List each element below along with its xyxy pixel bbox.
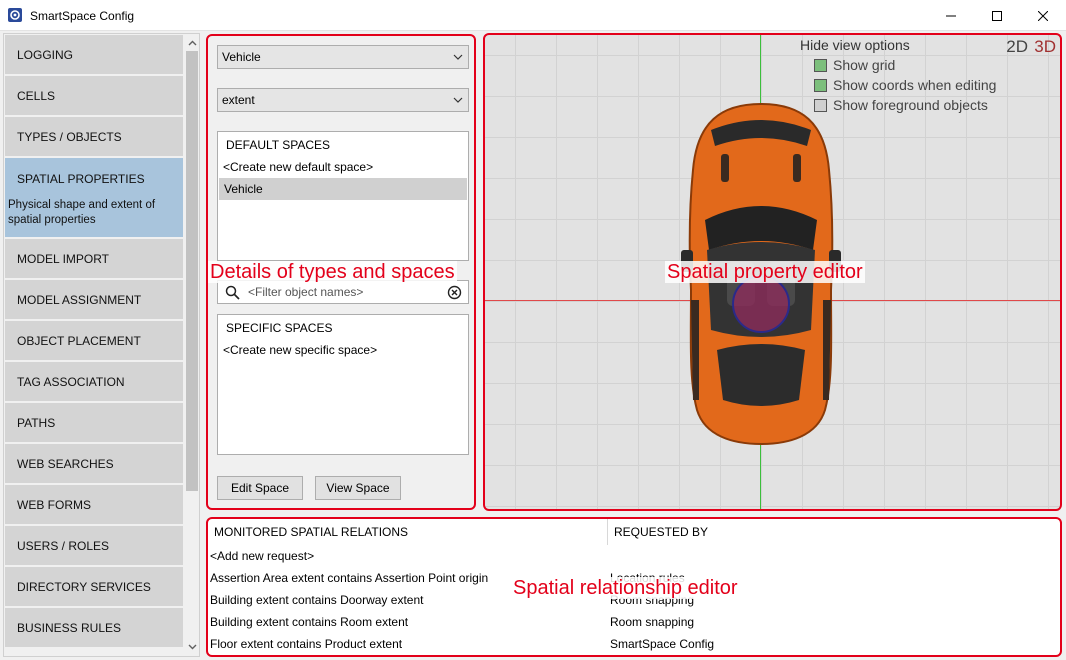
relation-cell: Assertion Area extent contains Assertion… bbox=[210, 571, 489, 585]
nav-item-cells[interactable]: CELLS bbox=[5, 76, 183, 116]
nav-item-spatial-properties[interactable]: SPATIAL PROPERTIES Physical shape and ex… bbox=[5, 158, 183, 238]
relations-overlay-label: Spatial relationship editor bbox=[511, 577, 740, 599]
chevron-down-icon bbox=[453, 97, 463, 103]
nav-item-label: CELLS bbox=[17, 89, 56, 103]
specific-spaces-list[interactable]: SPECIFIC SPACES <Create new specific spa… bbox=[217, 314, 469, 455]
details-overlay-label: Details of types and spaces bbox=[208, 261, 457, 283]
list-item-selected[interactable]: Vehicle bbox=[219, 178, 467, 200]
nav-item-label: PATHS bbox=[17, 416, 56, 430]
sidebar-nav: LOGGING CELLS TYPES / OBJECTS SPATIAL PR… bbox=[3, 33, 200, 657]
table-row[interactable]: <Add new request> bbox=[210, 545, 1060, 567]
show-coords-checkbox[interactable]: Show coords when editing bbox=[814, 77, 996, 95]
nav-item-description: Physical shape and extent of spatial pro… bbox=[8, 199, 156, 226]
close-button[interactable] bbox=[1020, 0, 1066, 31]
scroll-down-icon[interactable] bbox=[184, 639, 199, 655]
nav-item-model-assignment[interactable]: MODEL ASSIGNMENT bbox=[5, 280, 183, 320]
relation-cell: Building extent contains Doorway extent bbox=[210, 593, 424, 607]
nav-item-types-objects[interactable]: TYPES / OBJECTS bbox=[5, 117, 183, 157]
filter-input[interactable]: <Filter object names> bbox=[217, 280, 469, 304]
type-select[interactable]: Vehicle bbox=[217, 45, 469, 69]
nav-item-label: WEB SEARCHES bbox=[17, 457, 114, 471]
nav-item-label: DIRECTORY SERVICES bbox=[17, 580, 151, 594]
property-select-value: extent bbox=[222, 93, 255, 107]
list-item[interactable]: <Create new default space> bbox=[218, 156, 468, 178]
nav-item-label: SPATIAL PROPERTIES bbox=[17, 172, 145, 186]
checkbox-checked-icon bbox=[814, 59, 827, 72]
relations-column-header[interactable]: MONITORED SPATIAL RELATIONS bbox=[210, 519, 608, 545]
view-space-button[interactable]: View Space bbox=[315, 476, 401, 500]
nav-item-label: USERS / ROLES bbox=[17, 539, 110, 553]
nav-item-tag-association[interactable]: TAG ASSOCIATION bbox=[5, 362, 183, 402]
show-grid-label: Show grid bbox=[833, 57, 896, 73]
checkbox-checked-icon bbox=[814, 79, 827, 92]
relation-cell: Floor extent contains Product extent bbox=[210, 637, 403, 651]
close-icon bbox=[1038, 10, 1048, 21]
default-spaces-list[interactable]: DEFAULT SPACES <Create new default space… bbox=[217, 131, 469, 261]
nav-item-label: WEB FORMS bbox=[17, 498, 91, 512]
maximize-icon bbox=[992, 10, 1002, 21]
nav-item-web-forms[interactable]: WEB FORMS bbox=[5, 485, 183, 525]
edit-space-button[interactable]: Edit Space bbox=[217, 476, 303, 500]
nav-item-label: MODEL ASSIGNMENT bbox=[17, 293, 142, 307]
nav-item-label: MODEL IMPORT bbox=[17, 252, 110, 266]
minimize-button[interactable] bbox=[928, 0, 974, 31]
nav-item-label: LOGGING bbox=[17, 48, 74, 62]
nav-item-label: TAG ASSOCIATION bbox=[17, 375, 125, 389]
nav-item-label: TYPES / OBJECTS bbox=[17, 130, 122, 144]
default-spaces-header: DEFAULT SPACES bbox=[226, 138, 331, 152]
show-coords-label: Show coords when editing bbox=[833, 77, 997, 93]
search-icon bbox=[225, 285, 240, 300]
nav-item-label: BUSINESS RULES bbox=[17, 621, 122, 635]
nav-item-web-searches[interactable]: WEB SEARCHES bbox=[5, 444, 183, 484]
nav-item-label: OBJECT PLACEMENT bbox=[17, 334, 141, 348]
scroll-up-icon[interactable] bbox=[184, 35, 199, 51]
show-grid-checkbox[interactable]: Show grid bbox=[814, 57, 895, 75]
chevron-down-icon bbox=[453, 54, 463, 60]
requested-by-cell: Room snapping bbox=[610, 615, 695, 629]
app-icon bbox=[8, 8, 22, 22]
nav-item-object-placement[interactable]: OBJECT PLACEMENT bbox=[5, 321, 183, 361]
nav-item-directory-services[interactable]: DIRECTORY SERVICES bbox=[5, 567, 183, 607]
clear-icon[interactable] bbox=[447, 285, 462, 300]
hide-view-options-link[interactable]: Hide view options bbox=[800, 37, 910, 53]
requested-by-column-header[interactable]: REQUESTED BY bbox=[610, 519, 1050, 545]
list-item[interactable]: <Create new specific space> bbox=[218, 339, 468, 361]
mode-2d-toggle[interactable]: 2D bbox=[1006, 37, 1028, 57]
type-select-value: Vehicle bbox=[222, 50, 261, 64]
checkbox-unchecked-icon bbox=[814, 99, 827, 112]
nav-item-users-roles[interactable]: USERS / ROLES bbox=[5, 526, 183, 566]
nav-item-paths[interactable]: PATHS bbox=[5, 403, 183, 443]
nav-item-business-rules[interactable]: BUSINESS RULES bbox=[5, 608, 183, 648]
nav-scrollbar[interactable] bbox=[184, 35, 199, 655]
relation-cell: Building extent contains Room extent bbox=[210, 615, 409, 629]
maximize-button[interactable] bbox=[974, 0, 1020, 31]
mode-3d-toggle[interactable]: 3D bbox=[1034, 37, 1056, 57]
requested-by-cell: SmartSpace Config bbox=[610, 637, 715, 651]
filter-placeholder: <Filter object names> bbox=[248, 285, 364, 299]
specific-spaces-header: SPECIFIC SPACES bbox=[226, 321, 333, 335]
table-row[interactable]: Floor extent contains Product extent Sma… bbox=[210, 633, 1060, 655]
table-row[interactable]: Building extent contains Room extent Roo… bbox=[210, 611, 1060, 633]
view-options: Hide view options Show grid Show coords … bbox=[800, 37, 1040, 117]
property-select[interactable]: extent bbox=[217, 88, 469, 112]
nav-item-model-import[interactable]: MODEL IMPORT bbox=[5, 239, 183, 279]
show-foreground-checkbox[interactable]: Show foreground objects bbox=[814, 97, 988, 115]
relation-cell: <Add new request> bbox=[210, 549, 315, 563]
editor-overlay-label: Spatial property editor bbox=[665, 261, 865, 283]
minimize-icon bbox=[946, 15, 956, 16]
nav-item-logging[interactable]: LOGGING bbox=[5, 35, 183, 75]
scroll-thumb[interactable] bbox=[186, 51, 198, 491]
title-bar: SmartSpace Config bbox=[0, 0, 1066, 31]
show-foreground-label: Show foreground objects bbox=[833, 97, 988, 113]
window-title: SmartSpace Config bbox=[30, 9, 135, 23]
